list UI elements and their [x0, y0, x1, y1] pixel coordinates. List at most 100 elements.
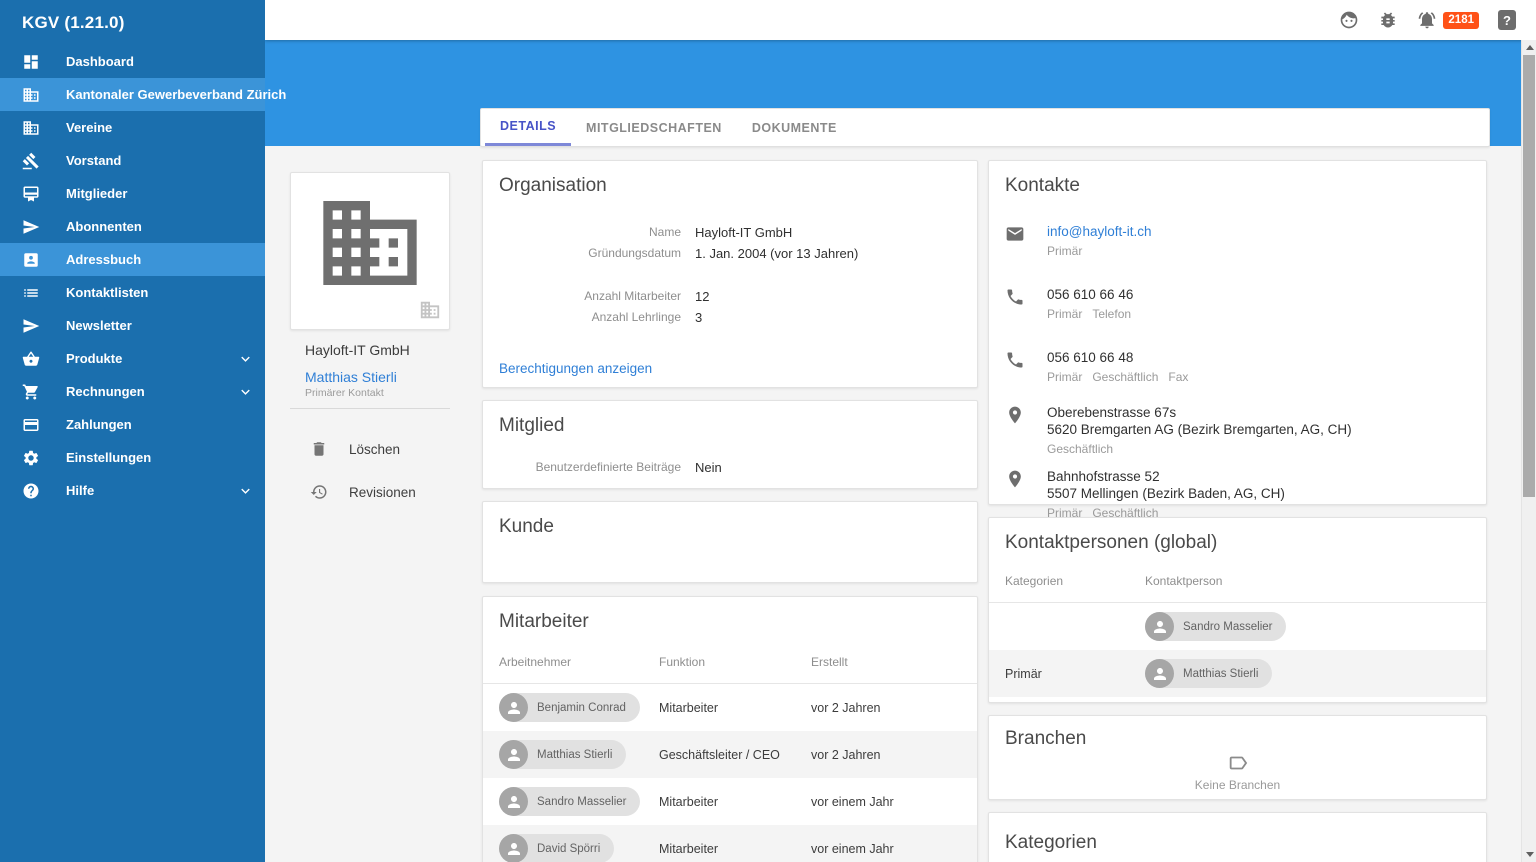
- field-value: 12: [695, 286, 709, 307]
- person-avatar-icon: [499, 787, 528, 816]
- person-chip[interactable]: Matthias Stierli: [1145, 659, 1272, 688]
- location-pin-icon: [1005, 404, 1025, 456]
- column-header: Kategorien: [1005, 574, 1145, 588]
- scroll-down-arrow[interactable]: [1522, 847, 1536, 862]
- person-chip[interactable]: Matthias Stierli: [499, 740, 626, 769]
- table-header-row: Arbeitnehmer Funktion Erstellt: [483, 655, 977, 684]
- mitglied-card: Mitglied Benutzerdefinierte Beiträge Nei…: [482, 400, 978, 489]
- sidebar-item-hilfe[interactable]: Hilfe: [0, 474, 265, 507]
- sidebar-item-label: Dashboard: [66, 54, 134, 69]
- column-header: Erstellt: [811, 655, 961, 669]
- email-link[interactable]: info@hayloft-it.ch: [1047, 223, 1152, 240]
- organisation-name: Hayloft-IT GmbH: [305, 342, 410, 358]
- field-row: Gründungsdatum 1. Jan. 2004 (vor 13 Jahr…: [499, 243, 961, 264]
- sidebar-item-einstellungen[interactable]: Einstellungen: [0, 441, 265, 474]
- sidebar-item-vorstand[interactable]: Vorstand: [0, 144, 265, 177]
- card-title: Branchen: [1005, 728, 1470, 750]
- person-chip[interactable]: David Spörri: [499, 834, 614, 862]
- delete-label: Löschen: [349, 442, 400, 457]
- sidebar-item-mitglieder[interactable]: Mitglieder: [0, 177, 265, 210]
- contact-tag: Geschäftlich: [1092, 370, 1158, 384]
- address-line: 5620 Bremgarten AG (Bezirk Bremgarten, A…: [1047, 421, 1352, 438]
- sidebar-item-label: Mitglieder: [66, 186, 127, 201]
- sidebar-item-vereine[interactable]: Vereine: [0, 111, 265, 144]
- sidebar-item-kantonaler-gewerbeverband[interactable]: Kantonaler Gewerbeverband Zürich: [0, 78, 265, 111]
- person-avatar-icon: [499, 740, 528, 769]
- funktion-cell: Geschäftsleiter / CEO: [659, 748, 811, 762]
- content-area: DETAILS MITGLIEDSCHAFTEN DOKUMENTE Haylo…: [265, 40, 1521, 862]
- sidebar-item-adressbuch[interactable]: Adressbuch: [0, 243, 265, 276]
- column-header: Arbeitnehmer: [499, 655, 659, 669]
- person-avatar-icon: [499, 834, 528, 862]
- sidebar-item-label: Newsletter: [66, 318, 132, 333]
- erstellt-cell: vor einem Jahr: [811, 842, 961, 856]
- field-label: Anzahl Mitarbeiter: [499, 286, 681, 307]
- sidebar-item-abonnenten[interactable]: Abonnenten: [0, 210, 265, 243]
- user-face-icon: [1339, 10, 1359, 30]
- person-chip[interactable]: Sandro Masselier: [499, 787, 640, 816]
- chip-label: Benjamin Conrad: [537, 702, 626, 714]
- primary-contact-caption: Primärer Kontakt: [305, 387, 384, 399]
- contact-tag: Primär: [1047, 307, 1082, 321]
- table-row: Sandro Masselier Mitarbeiter vor einem J…: [483, 778, 977, 825]
- person-avatar-icon: [1145, 612, 1174, 641]
- sidebar-item-label: Abonnenten: [66, 219, 142, 234]
- table-row: Benjamin Conrad Mitarbeiter vor 2 Jahren: [483, 684, 977, 731]
- person-avatar-icon: [499, 693, 528, 722]
- sidebar-item-newsletter[interactable]: Newsletter: [0, 309, 265, 342]
- sidebar-item-kontaktlisten[interactable]: Kontaktlisten: [0, 276, 265, 309]
- user-face-button[interactable]: [1339, 10, 1359, 30]
- show-permissions-link[interactable]: Berechtigungen anzeigen: [499, 361, 652, 376]
- dashboard-icon: [22, 53, 40, 71]
- tab-bar: DETAILS MITGLIEDSCHAFTEN DOKUMENTE: [480, 108, 1490, 147]
- tab-details[interactable]: DETAILS: [485, 109, 571, 146]
- person-chip[interactable]: Sandro Masselier: [1145, 612, 1286, 641]
- bug-icon: [1378, 10, 1398, 30]
- send-icon: [22, 218, 40, 236]
- chevron-down-icon: [237, 482, 254, 499]
- app-title: KGV (1.21.0): [0, 0, 265, 45]
- sidebar-item-label: Zahlungen: [66, 417, 132, 432]
- column-header: Kontaktperson: [1145, 574, 1470, 588]
- tab-dokumente[interactable]: DOKUMENTE: [737, 109, 852, 146]
- kunde-card: Kunde: [482, 501, 978, 583]
- sidebar: KGV (1.21.0) Dashboard Kantonaler Gewerb…: [0, 0, 265, 862]
- person-chip[interactable]: Benjamin Conrad: [499, 693, 640, 722]
- help-circle-icon: [22, 482, 40, 500]
- empty-state: Keine Branchen: [1005, 752, 1470, 792]
- chip-label: Sandro Masselier: [537, 796, 626, 808]
- erstellt-cell: vor 2 Jahren: [811, 701, 961, 715]
- gear-icon: [22, 449, 40, 467]
- card-title: Mitarbeiter: [483, 597, 977, 633]
- building-badge-icon: [419, 299, 441, 321]
- field-row: Benutzerdefinierte Beiträge Nein: [499, 457, 961, 478]
- revisions-button[interactable]: Revisionen: [310, 483, 416, 501]
- sidebar-item-label: Hilfe: [66, 483, 94, 498]
- contact-tag: Fax: [1168, 370, 1188, 384]
- sidebar-item-dashboard[interactable]: Dashboard: [0, 45, 265, 78]
- help-button[interactable]: ?: [1498, 10, 1516, 30]
- location-pin-icon: [1005, 468, 1025, 520]
- sidebar-item-rechnungen[interactable]: Rechnungen: [0, 375, 265, 408]
- list-icon: [22, 284, 40, 302]
- scrollbar-thumb[interactable]: [1523, 55, 1535, 497]
- tab-mitgliedschaften[interactable]: MITGLIEDSCHAFTEN: [571, 109, 737, 146]
- bug-report-button[interactable]: [1378, 10, 1398, 30]
- primary-contact-link[interactable]: Matthias Stierli: [305, 369, 397, 385]
- field-row: Anzahl Lehrlinge 3: [499, 307, 961, 328]
- contact-item-address: Oberebenstrasse 67s 5620 Bremgarten AG (…: [1005, 404, 1470, 456]
- table-row: Primär Matthias Stierli: [989, 650, 1486, 697]
- scroll-up-arrow[interactable]: [1522, 40, 1536, 55]
- person-avatar-icon: [1145, 659, 1174, 688]
- credit-card-icon: [22, 416, 40, 434]
- notifications-button[interactable]: 2181: [1417, 10, 1479, 30]
- kategorie-cell: Primär: [1005, 667, 1145, 681]
- chip-label: Matthias Stierli: [537, 749, 612, 761]
- sidebar-item-zahlungen[interactable]: Zahlungen: [0, 408, 265, 441]
- sidebar-item-label: Vorstand: [66, 153, 121, 168]
- delete-button[interactable]: Löschen: [310, 440, 400, 458]
- sidebar-item-produkte[interactable]: Produkte: [0, 342, 265, 375]
- notification-count-badge: 2181: [1443, 12, 1479, 29]
- contact-item-phone: 056 610 66 48 PrimärGeschäftlichFax: [1005, 349, 1470, 384]
- mitarbeiter-card: Mitarbeiter Arbeitnehmer Funktion Erstel…: [482, 596, 978, 862]
